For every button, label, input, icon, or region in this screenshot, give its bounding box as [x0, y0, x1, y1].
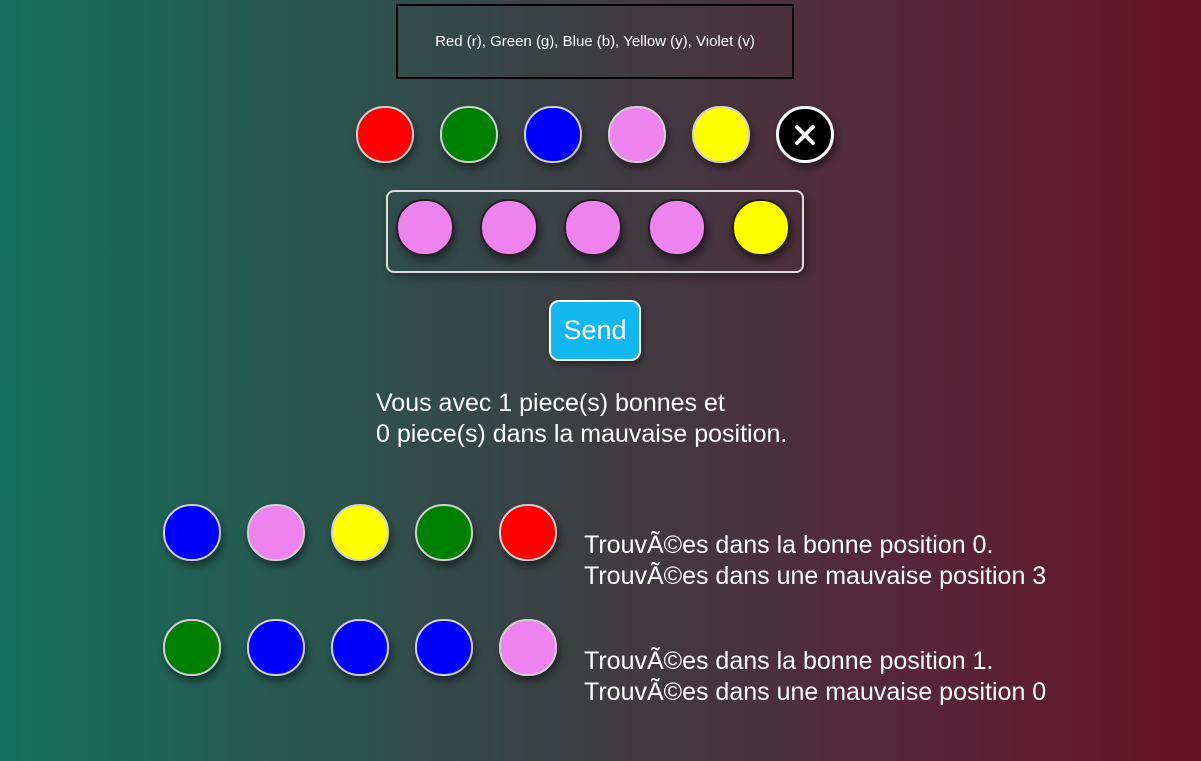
palette-violet-button[interactable] [608, 106, 666, 163]
feedback-wrong-position: TrouvÃ©es dans une mauvaise position 3 [584, 562, 1047, 590]
close-icon [795, 124, 815, 145]
result-line-2: 0 piece(s) dans la mauvaise position. [376, 420, 788, 448]
guess-slot[interactable] [732, 199, 790, 256]
color-legend: Red (r), Green (g), Blue (b), Yellow (y)… [396, 4, 794, 79]
history-peg [499, 619, 557, 676]
history-peg [499, 504, 557, 561]
result-line-1: Vous avec 1 piece(s) bonnes et [376, 389, 725, 417]
guess-slot[interactable] [396, 199, 454, 256]
history-peg [415, 619, 473, 676]
feedback-correct-position: TrouvÃ©es dans la bonne position 1. [584, 647, 994, 675]
guess-slot[interactable] [648, 199, 706, 256]
history-peg [331, 619, 389, 676]
history-feedback: TrouvÃ©es dans la bonne position 1. Trou… [584, 646, 1046, 708]
guess-slot[interactable] [564, 199, 622, 256]
history-peg [247, 619, 305, 676]
clear-button[interactable] [776, 106, 834, 163]
result-message: Vous avec 1 piece(s) bonnes et 0 piece(s… [376, 388, 787, 450]
palette-blue-button[interactable] [524, 106, 582, 163]
palette-green-button[interactable] [440, 106, 498, 163]
guess-slot[interactable] [480, 199, 538, 256]
send-button[interactable]: Send [549, 300, 641, 361]
history-peg [415, 504, 473, 561]
palette-yellow-button[interactable] [692, 106, 750, 163]
feedback-correct-position: TrouvÃ©es dans la bonne position 0. [584, 531, 994, 559]
history-peg [247, 504, 305, 561]
current-guess-row [386, 190, 804, 273]
legend-text: Red (r), Green (g), Blue (b), Yellow (y)… [435, 33, 755, 50]
feedback-wrong-position: TrouvÃ©es dans une mauvaise position 0 [584, 678, 1047, 706]
history-peg [163, 504, 221, 561]
history-feedback: TrouvÃ©es dans la bonne position 0. Trou… [584, 530, 1046, 592]
history-peg [163, 619, 221, 676]
history-peg [331, 504, 389, 561]
palette-red-button[interactable] [356, 106, 414, 163]
